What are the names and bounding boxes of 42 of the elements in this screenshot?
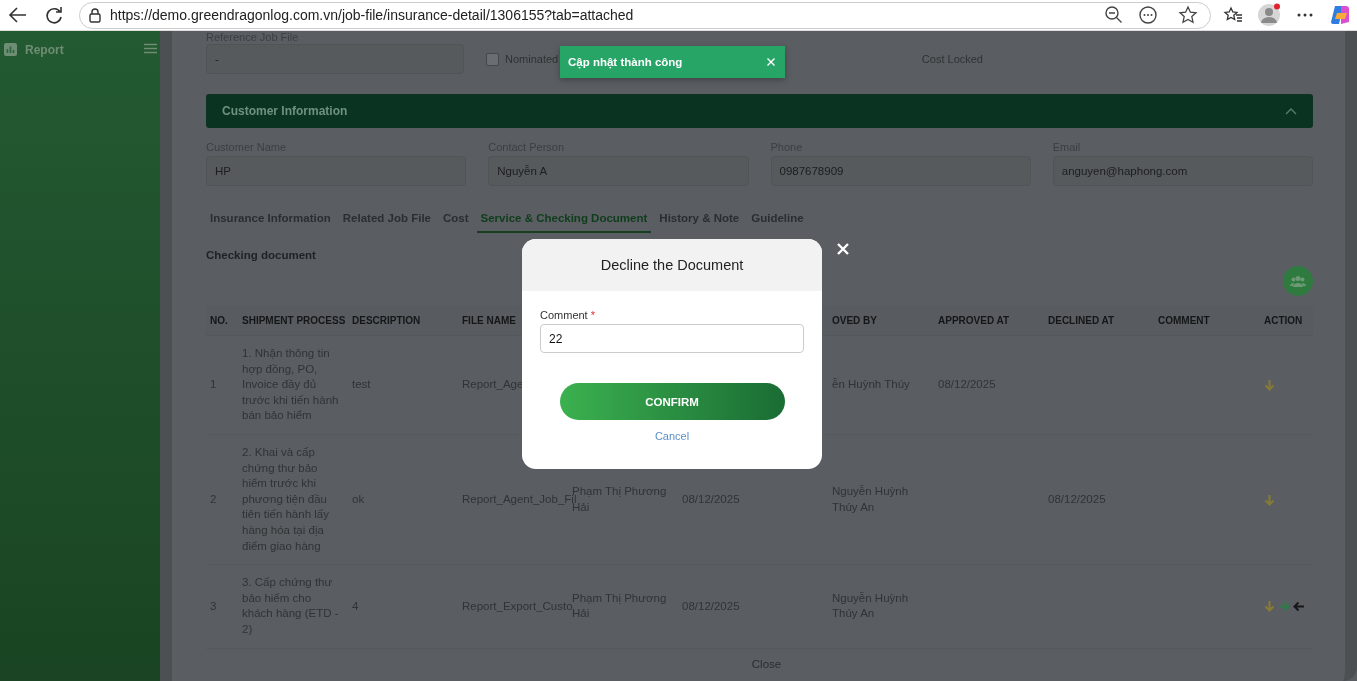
people-icon (1290, 275, 1306, 287)
comment-field[interactable]: 22 (540, 324, 804, 353)
input-field[interactable]: 0987678909 (770, 156, 1031, 186)
toast-message: Cập nhật thành công (568, 56, 683, 68)
section-title: Checking document (206, 249, 317, 261)
column-header: NO. (210, 315, 228, 326)
column-header: OVED BY (832, 315, 877, 326)
sidebar-title: Report (25, 43, 65, 57)
section-header[interactable]: Customer Information (206, 94, 1313, 128)
cancel-link[interactable]: Cancel (648, 429, 696, 443)
column-header: SHIPMENT PROCESS (242, 315, 346, 326)
tab[interactable]: Service & Checking Document (476, 208, 652, 233)
close-icon[interactable] (835, 241, 851, 257)
chevron-icon[interactable] (1285, 107, 1297, 115)
section-title: Customer Information (222, 104, 348, 118)
required-mark: * (590, 309, 596, 321)
favorites-icon[interactable] (1223, 5, 1243, 25)
input-field[interactable]: anguyen@haphong.com (1052, 156, 1313, 186)
column-header: DESCRIPTION (352, 315, 421, 326)
star-icon[interactable] (1178, 5, 1198, 25)
column-header: COMMENT (1158, 315, 1210, 326)
column-header: ACTION (1264, 315, 1303, 326)
dialog-title: Decline the Document (522, 239, 822, 291)
input-field[interactable]: HP (206, 156, 467, 186)
team-button[interactable] (1283, 266, 1313, 296)
checkbox[interactable] (486, 52, 499, 66)
left-arrow-icon[interactable] (1293, 600, 1305, 612)
field-label: Comment * (540, 309, 597, 321)
input-field[interactable]: Nguyễn A (488, 156, 749, 186)
lock-icon (88, 7, 102, 23)
confirm-button[interactable]: CONFIRM (559, 383, 785, 420)
job-file-field[interactable]: - (206, 44, 464, 74)
column-header: DECLINED AT (1048, 315, 1115, 326)
column-header: APPROVED AT (938, 315, 1010, 326)
profile-avatar-icon[interactable] (1257, 3, 1281, 27)
chart-icon (4, 43, 17, 56)
column-header: FILE NAME (462, 315, 516, 326)
menu-icon[interactable] (144, 43, 157, 54)
close-icon[interactable] (765, 56, 777, 68)
refresh-icon[interactable] (43, 4, 65, 26)
zoom-out-icon[interactable] (1104, 5, 1124, 25)
more-circle-icon[interactable] (1138, 5, 1158, 25)
